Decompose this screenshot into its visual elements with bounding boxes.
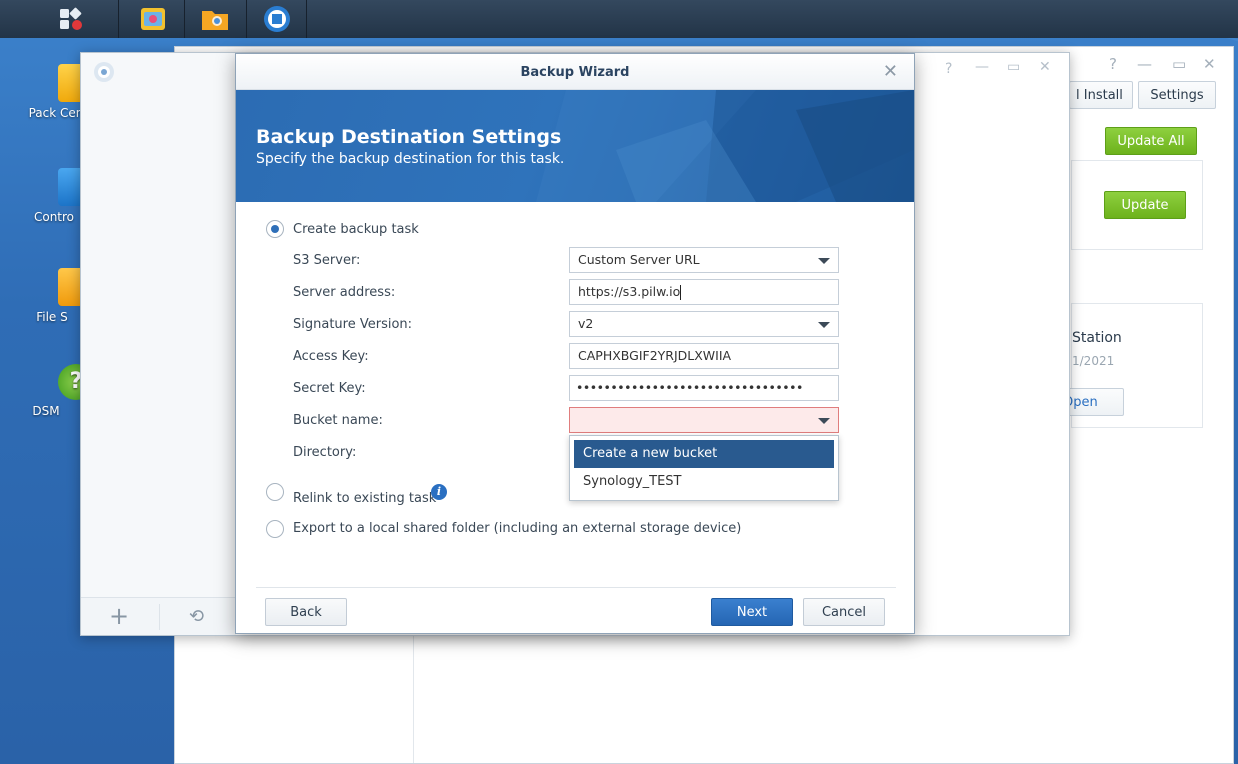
- s3-server-value: Custom Server URL: [578, 252, 700, 267]
- directory-label: Directory:: [293, 445, 357, 460]
- next-button[interactable]: Next: [711, 598, 793, 626]
- chevron-down-icon: [818, 322, 830, 328]
- restore-icon[interactable]: ⟲: [189, 606, 204, 627]
- bucket-name-label: Bucket name:: [293, 413, 383, 428]
- help-icon[interactable]: ?: [945, 61, 952, 77]
- sidebar: + ⟲: [81, 53, 236, 635]
- server-address-label: Server address:: [293, 285, 396, 300]
- taskbar-hyper-backup[interactable]: [248, 0, 306, 38]
- banner-subtitle: Specify the backup destination for this …: [256, 151, 565, 167]
- add-icon[interactable]: +: [109, 604, 129, 628]
- divider: [413, 635, 414, 763]
- secret-key-label: Secret Key:: [293, 381, 366, 396]
- folder-icon: [202, 11, 228, 30]
- package-card: Update: [1071, 160, 1203, 250]
- banner-title: Backup Destination Settings: [256, 126, 562, 148]
- create-backup-task-label: Create backup task: [293, 222, 419, 237]
- sidebar-toolbar: + ⟲: [81, 597, 236, 635]
- server-address-value: https://s3.pilw.io: [578, 284, 681, 299]
- install-button[interactable]: l Install: [1069, 81, 1133, 109]
- maximize-icon[interactable]: ▭: [1172, 55, 1186, 73]
- export-local-folder-label: Export to a local shared folder (includi…: [293, 521, 742, 536]
- access-key-label: Access Key:: [293, 349, 369, 364]
- update-all-button[interactable]: Update All: [1105, 127, 1197, 155]
- secret-key-value: •••••••••••••••••••••••••••••••••: [576, 380, 803, 395]
- dropdown-option-create-bucket[interactable]: Create a new bucket: [574, 440, 834, 468]
- divider: [256, 587, 896, 588]
- hyper-backup-logo-icon: [94, 62, 114, 82]
- back-button[interactable]: Back: [265, 598, 347, 626]
- relink-existing-task-radio[interactable]: [266, 483, 284, 501]
- s3-server-label: S3 Server:: [293, 253, 361, 268]
- settings-button[interactable]: Settings: [1138, 81, 1216, 109]
- dialog-title: Backup Wizard: [236, 54, 914, 90]
- desktop-icon-label: Pack Cen: [28, 106, 84, 120]
- package-name: Station: [1072, 330, 1122, 346]
- signature-version-select[interactable]: v2: [569, 311, 839, 337]
- chevron-down-icon: [818, 418, 830, 424]
- package-card: Station 1/2021 Open: [1058, 303, 1203, 428]
- taskbar-package-center[interactable]: [124, 0, 182, 38]
- close-icon[interactable]: ✕: [883, 63, 898, 81]
- create-backup-task-radio[interactable]: [266, 220, 284, 238]
- bucket-name-select[interactable]: [569, 407, 839, 433]
- relink-existing-task-label: Relink to existing task: [293, 491, 437, 506]
- wizard-banner: Backup Destination Settings Specify the …: [236, 90, 914, 202]
- update-button[interactable]: Update: [1104, 191, 1186, 219]
- close-icon[interactable]: ✕: [1203, 55, 1216, 73]
- access-key-value: CAPHXBGIF2YRJDLXWIIA: [578, 348, 732, 363]
- desktop-icon-label: Contro: [33, 210, 75, 224]
- info-icon[interactable]: i: [431, 484, 447, 500]
- hyper-backup-icon: [264, 6, 290, 32]
- s3-server-select[interactable]: Custom Server URL: [569, 247, 839, 273]
- package-date: 1/2021: [1072, 354, 1115, 368]
- cancel-button[interactable]: Cancel: [803, 598, 885, 626]
- package-center-icon: [141, 8, 165, 30]
- access-key-input[interactable]: CAPHXBGIF2YRJDLXWIIA: [569, 343, 839, 369]
- signature-version-value: v2: [578, 316, 594, 331]
- taskbar: [0, 0, 1238, 38]
- bucket-dropdown-list: Create a new bucket Synology_TEST: [569, 435, 839, 501]
- chevron-down-icon: [818, 258, 830, 264]
- main-menu-button[interactable]: [42, 0, 100, 38]
- minimize-icon[interactable]: —: [975, 59, 989, 75]
- secret-key-input[interactable]: •••••••••••••••••••••••••••••••••: [569, 375, 839, 401]
- close-icon[interactable]: ✕: [1039, 59, 1051, 75]
- server-address-input[interactable]: https://s3.pilw.io: [569, 279, 839, 305]
- main-menu-icon: [60, 7, 82, 30]
- help-icon[interactable]: ?: [1109, 55, 1117, 73]
- signature-version-label: Signature Version:: [293, 317, 413, 332]
- maximize-icon[interactable]: ▭: [1007, 59, 1020, 75]
- taskbar-file-station[interactable]: [186, 0, 244, 38]
- desktop-icon-label: DSM: [32, 404, 60, 418]
- minimize-icon[interactable]: —: [1137, 55, 1152, 73]
- dropdown-option-bucket[interactable]: Synology_TEST: [574, 468, 834, 496]
- desktop-icon-label: File S: [36, 310, 68, 324]
- export-local-folder-radio[interactable]: [266, 520, 284, 538]
- backup-wizard-dialog: Backup Wizard ✕ Backup Destination Setti…: [235, 53, 915, 634]
